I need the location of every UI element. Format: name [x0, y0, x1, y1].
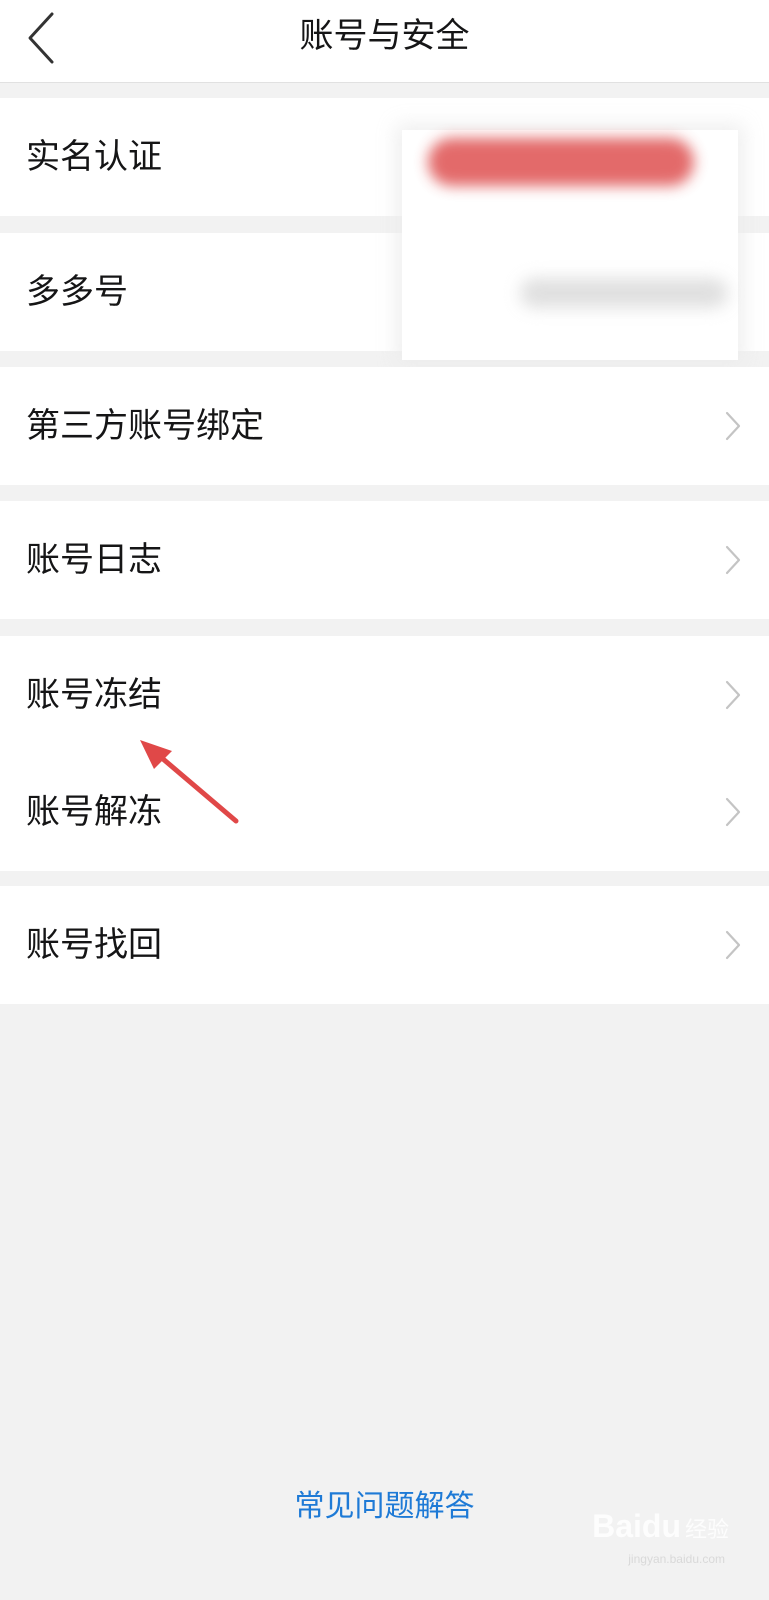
row-label: 实名认证 — [26, 137, 162, 177]
chevron-right-icon — [725, 411, 741, 441]
row-label: 第三方账号绑定 — [26, 406, 264, 446]
chevron-right-icon — [725, 545, 741, 575]
baidu-watermark: Baidu 经验 — [592, 1508, 729, 1545]
row-account-log[interactable]: 账号日志 — [0, 501, 769, 619]
chevron-right-icon — [725, 930, 741, 960]
row-account-freeze[interactable]: 账号冻结 — [0, 636, 769, 754]
page-title: 账号与安全 — [299, 16, 470, 56]
row-account-unfreeze[interactable]: 账号解冻 — [0, 753, 769, 871]
row-label: 账号找回 — [26, 925, 162, 965]
watermark-brand: Baidu — [592, 1508, 681, 1544]
redacted-duoduo-id — [520, 278, 728, 308]
chevron-right-icon — [725, 797, 741, 827]
watermark-url: jingyan.baidu.com — [628, 1552, 725, 1566]
watermark-brand-cn: 经验 — [684, 1517, 729, 1542]
row-label: 多多号 — [26, 272, 128, 312]
row-label: 账号日志 — [26, 540, 162, 580]
annotation-arrow-icon — [140, 740, 239, 824]
row-label: 账号冻结 — [26, 675, 162, 715]
row-third-party-binding[interactable]: 第三方账号绑定 — [0, 367, 769, 485]
top-nav-bar: 账号与安全 — [0, 0, 769, 83]
row-account-recovery[interactable]: 账号找回 — [0, 886, 769, 1004]
chevron-right-icon — [725, 680, 741, 710]
redacted-verification-status — [428, 138, 694, 186]
